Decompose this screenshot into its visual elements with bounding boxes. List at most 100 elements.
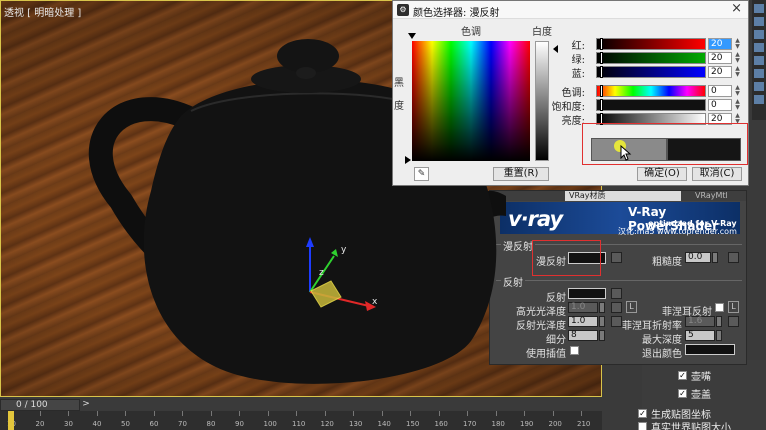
ruler-tick	[296, 411, 297, 416]
slider-label: 绿:	[571, 55, 585, 66]
spout-checkbox-row[interactable]: ✓ 壶嘴	[678, 368, 711, 383]
slider-thumb[interactable]	[600, 52, 603, 64]
roughness-map-button[interactable]	[728, 252, 739, 263]
hilight-gloss-map-button[interactable]	[611, 302, 622, 313]
toolbar-icon[interactable]	[754, 17, 764, 26]
toolbar-icon[interactable]	[754, 56, 764, 65]
hilight-lock-button[interactable]: L	[626, 301, 637, 313]
real-world-map-row[interactable]: 真实世界贴图大小	[638, 419, 731, 430]
fresnel-lock-button[interactable]: L	[728, 301, 739, 313]
ruler-tick	[353, 411, 354, 416]
toolbar-icon[interactable]	[754, 95, 764, 104]
toolbar-icon[interactable]	[754, 4, 764, 13]
spinner-arrows-icon[interactable]: ▲ ▼	[734, 52, 741, 64]
spinner-arrows-icon[interactable]: ▲ ▼	[734, 99, 741, 111]
cancel-button[interactable]: 取消(C)	[692, 167, 742, 181]
roughness-field[interactable]: 0.0	[685, 252, 711, 263]
checkbox-icon[interactable]	[638, 422, 647, 430]
ruler-tick	[153, 411, 155, 416]
toolbar-icon[interactable]	[754, 30, 764, 39]
spinner-arrows-icon[interactable]: ▲ ▼	[734, 66, 741, 78]
fresnel-checkbox[interactable]	[715, 303, 724, 312]
slider-thumb[interactable]	[600, 99, 603, 111]
dialog-titlebar[interactable]: ⚙ 颜色选择器: 漫反射 ×	[393, 1, 748, 19]
diffuse-map-button[interactable]	[611, 252, 622, 263]
slider-label: 蓝:	[571, 69, 585, 80]
exit-color-swatch[interactable]	[685, 344, 735, 355]
diffuse-highlight-box	[532, 240, 601, 276]
ruler-tick-label: 40	[92, 420, 102, 428]
lid-checkbox-row[interactable]: ✓ 壶盖	[678, 386, 711, 401]
checkbox-checked-icon[interactable]: ✓	[678, 389, 687, 398]
slider-value-field[interactable]: 20	[708, 38, 732, 50]
viewport-label[interactable]: 透视 [ 明暗处理 ]	[4, 4, 81, 19]
ruler-tick-label: 170	[463, 420, 477, 428]
fresnel-ior-map-button[interactable]	[728, 316, 739, 327]
ruler-tick	[210, 411, 212, 416]
command-panel-toolbar	[752, 0, 766, 120]
spinner-arrows-icon[interactable]: ▲ ▼	[734, 38, 741, 50]
eyedropper-icon[interactable]: ✎	[414, 167, 429, 181]
hue-marker-icon[interactable]	[408, 33, 416, 39]
max-depth-spinner[interactable]	[716, 330, 722, 341]
ruler-tick-label: 30	[64, 420, 73, 428]
y-axis-label: y	[341, 245, 347, 255]
ruler-tick-label: 80	[206, 420, 216, 428]
slider-label: 色调:	[561, 88, 585, 99]
reflection-map-button[interactable]	[611, 288, 622, 299]
hue-label: 色调	[461, 27, 481, 38]
color-picker-dialog: ⚙ 颜色选择器: 漫反射 × 色调 白度 黑度 ✎ 重置(R) 确定(O) 取消…	[392, 0, 749, 186]
hue-blackness-box[interactable]	[412, 41, 530, 161]
material-type-button[interactable]: VRayMtl	[695, 191, 728, 201]
ruler-tick-label: 60	[149, 420, 159, 428]
slider-thumb[interactable]	[600, 38, 603, 50]
spinner-arrows-icon[interactable]: ▲ ▼	[734, 85, 741, 97]
fresnel-ior-field[interactable]: 1.6	[685, 316, 715, 327]
close-icon[interactable]: ×	[731, 1, 742, 16]
slider-value-field[interactable]: 0	[708, 99, 732, 111]
slider-value-field[interactable]: 0	[708, 85, 732, 97]
toolbar-icon[interactable]	[754, 43, 764, 52]
slider-value-field[interactable]: 20	[708, 66, 732, 78]
real-world-map-label: 真实世界贴图大小	[651, 423, 731, 430]
app-icon: ⚙	[397, 4, 409, 16]
time-slider-handle[interactable]	[8, 411, 14, 430]
ruler-tick-label: 120	[320, 420, 334, 428]
ruler-tick	[381, 411, 383, 416]
track-bar[interactable]: 1020304050607080901001101201301401501601…	[0, 411, 602, 430]
toolbar-icon[interactable]	[754, 82, 764, 91]
blackness-label: 黑度	[394, 78, 404, 112]
blackness-marker-icon[interactable]	[405, 156, 411, 164]
ok-button[interactable]: 确定(O)	[637, 167, 687, 181]
slider-thumb[interactable]	[600, 66, 603, 78]
color-slider-track[interactable]	[596, 38, 706, 50]
color-slider-track[interactable]	[596, 66, 706, 78]
ruler-tick	[495, 411, 497, 416]
slider-label: 亮度:	[561, 116, 585, 127]
ruler-tick-label: 90	[235, 420, 244, 428]
slider-thumb[interactable]	[600, 85, 603, 97]
toolbar-icon[interactable]	[754, 69, 764, 78]
color-slider-track[interactable]	[596, 99, 706, 111]
fresnel-ior-spinner[interactable]	[716, 316, 722, 327]
reset-button[interactable]: 重置(R)	[493, 167, 549, 181]
lid-label: 壶盖	[691, 390, 711, 401]
ruler-tick	[410, 411, 411, 416]
ruler-tick	[96, 411, 98, 416]
next-frame-button[interactable]: >	[80, 399, 92, 411]
ruler-tick-label: 50	[121, 420, 130, 428]
color-slider-track[interactable]	[596, 85, 706, 97]
max-depth-field[interactable]: 5	[685, 330, 715, 341]
slider-label: 红:	[571, 41, 585, 52]
ruler-tick-label: 150	[406, 420, 420, 428]
slider-value-field[interactable]: 20	[708, 52, 732, 64]
dialog-title: 颜色选择器: 漫反射	[413, 8, 500, 19]
roughness-spinner[interactable]	[712, 252, 718, 263]
preview-highlight-box	[582, 123, 748, 165]
ruler-tick-label: 100	[263, 420, 277, 428]
checkbox-checked-icon[interactable]: ✓	[638, 409, 647, 418]
ruler-tick-label: 190	[520, 420, 534, 428]
ruler-tick	[581, 411, 582, 416]
checkbox-checked-icon[interactable]: ✓	[678, 371, 687, 380]
color-slider-track[interactable]	[596, 52, 706, 64]
